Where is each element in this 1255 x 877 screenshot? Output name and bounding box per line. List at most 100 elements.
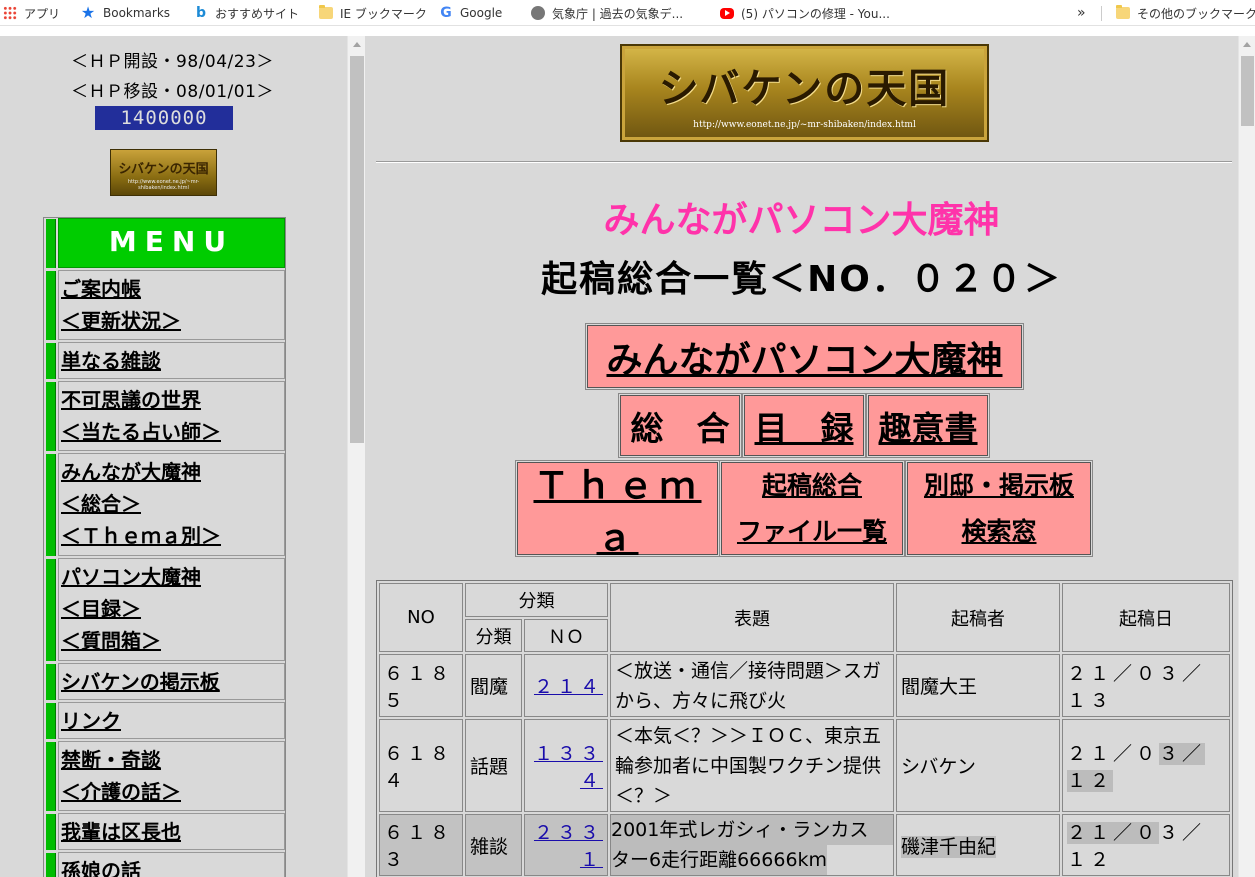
menu-item-kucho[interactable]: 我輩は区長也: [44, 813, 285, 852]
bookmark-label: 気象庁 | 過去の気象デ...: [552, 6, 684, 21]
site-logo-banner[interactable]: シバケンの天国 http://www.eonet.ne.jp/~mr-shiba…: [620, 44, 989, 142]
menu-link-granddaughter[interactable]: 孫娘の話: [61, 859, 141, 877]
menu-item-cell[interactable]: 我輩は区長也: [58, 813, 285, 850]
scrollbar-thumb[interactable]: [1241, 56, 1254, 126]
bookmark-bookmarks[interactable]: ★ Bookmarks: [80, 4, 170, 22]
menu-accent-bar: [46, 664, 56, 700]
post-no: ６１８４: [379, 719, 463, 812]
scroll-up-arrow-icon[interactable]: [353, 42, 361, 47]
post-date: ２１／０３／１３: [1062, 654, 1230, 717]
header-date: 起稿日: [1062, 583, 1230, 652]
left-menu-frame: ＜ＨＰ開設・98/04/23＞ ＜ＨＰ移設・08/01/01＞ 1400000 …: [0, 36, 347, 877]
menu-item-cell[interactable]: 単なる雑談: [58, 342, 285, 379]
menu-item-chat[interactable]: 単なる雑談: [44, 342, 285, 381]
post-category-no-link[interactable]: ２３３１: [534, 822, 603, 871]
nav-mokuroku-link[interactable]: 目 録: [755, 402, 854, 450]
post-title-line: ター6走行距離66666km: [611, 845, 828, 875]
menu-link-kaigo[interactable]: ＜介護の話＞: [61, 780, 181, 804]
menu-link-pc-daimajin[interactable]: パソコン大魔神: [61, 565, 201, 589]
menu-accent-bar: [46, 382, 56, 451]
bookmarks-overflow-button[interactable]: »: [1077, 4, 1086, 22]
main-content-frame: シバケンの天国 http://www.eonet.ne.jp/~mr-shiba…: [365, 36, 1238, 877]
right-frame-scrollbar[interactable]: [1238, 36, 1255, 877]
bookmark-other-folder[interactable]: その他のブックマーク: [1116, 4, 1255, 22]
bookmark-youtube[interactable]: (5) パソコンの修理 - You...: [720, 4, 890, 22]
menu-link-daimajin[interactable]: みんなが大魔神: [61, 460, 201, 484]
menu-item-cell[interactable]: 禁断・奇談 ＜介護の話＞: [58, 741, 285, 811]
horizontal-rule: [376, 161, 1232, 163]
post-category-no-link[interactable]: １３３４: [534, 743, 603, 792]
menu-link-bbs[interactable]: シバケンの掲示板: [61, 670, 220, 694]
bookmark-ie-folder[interactable]: IE ブックマーク: [319, 4, 427, 22]
menu-link-kindan[interactable]: 禁断・奇談: [61, 748, 161, 772]
menu-link-mystery[interactable]: 不可思議の世界: [61, 388, 201, 412]
site-logo-small[interactable]: シバケンの天国 http://www.eonet.ne.jp/~mr-shiba…: [110, 149, 217, 196]
nav-banner-link[interactable]: みんながパソコン大魔神: [606, 331, 1002, 383]
menu-item-cell[interactable]: 不可思議の世界 ＜当たる占い師＞: [58, 381, 285, 451]
bookmark-apps[interactable]: アプリ: [3, 4, 60, 22]
menu-item-cell[interactable]: シバケンの掲示板: [58, 663, 285, 700]
nav-thema-link[interactable]: Ｔｈｅｍａ: [518, 457, 717, 561]
menu-link-thema[interactable]: ＜Ｔｈｅｍａ別＞: [61, 524, 221, 548]
nav-search-link[interactable]: 検索窓: [961, 509, 1036, 555]
menu-item-cell[interactable]: パソコン大魔神 ＜目録＞ ＜質問箱＞: [58, 558, 285, 661]
header-category: 分類: [465, 583, 608, 617]
post-category-no[interactable]: ２３３１: [524, 814, 608, 876]
post-category-no[interactable]: １３３４: [524, 719, 608, 812]
nav-bettei-link[interactable]: 別邸・掲示板: [924, 463, 1074, 509]
header-category-sub: 分類: [465, 619, 522, 652]
hp-moved-date: ＜ＨＰ移設・08/01/01＞: [71, 82, 274, 102]
post-category-no-link[interactable]: ２１４: [534, 676, 603, 698]
nav-bettei-search[interactable]: 別邸・掲示板 検索窓: [905, 460, 1093, 557]
nav-shuisho[interactable]: 趣意書: [866, 393, 990, 458]
nav-kikou-files[interactable]: 起稿総合 ファイル一覧: [719, 460, 905, 557]
menu-item-cell[interactable]: みんなが大魔神 ＜総合＞ ＜Ｔｈｅｍａ別＞: [58, 453, 285, 556]
menu-link-kucho[interactable]: 我輩は区長也: [61, 820, 181, 844]
menu-item-links[interactable]: リンク: [44, 702, 285, 741]
bookmark-label: Bookmarks: [103, 6, 171, 20]
bookmark-osusume[interactable]: b おすすめサイト: [194, 4, 299, 22]
scrollbar-thumb[interactable]: [350, 56, 364, 443]
post-category: 話題: [465, 719, 522, 812]
nav-thema[interactable]: Ｔｈｅｍａ: [515, 460, 720, 559]
nav-kikou-link-1[interactable]: 起稿総合: [762, 463, 862, 509]
table-header-row: NO 分類 表題 起稿者 起稿日: [379, 583, 1230, 652]
menu-item-daimajin[interactable]: みんなが大魔神 ＜総合＞ ＜Ｔｈｅｍａ別＞: [44, 453, 285, 558]
bookmark-label: Google: [460, 6, 503, 20]
star-icon: ★: [80, 3, 96, 22]
nav-banner-daimajin[interactable]: みんながパソコン大魔神: [585, 323, 1024, 390]
menu-item-cell[interactable]: リンク: [58, 702, 285, 739]
menu-item-pc-daimajin[interactable]: パソコン大魔神 ＜目録＞ ＜質問箱＞: [44, 558, 285, 663]
google-icon: G: [440, 5, 452, 21]
nav-shuisho-link[interactable]: 趣意書: [879, 402, 978, 450]
menu-link-guide[interactable]: ご案内帳: [61, 277, 141, 301]
post-category: 雑談: [465, 814, 522, 876]
menu-item-mystery[interactable]: 不可思議の世界 ＜当たる占い師＞: [44, 381, 285, 453]
menu-link-updates[interactable]: ＜更新状況＞: [61, 309, 181, 333]
page-subtitle: 起稿総合一覧＜NO．０２０＞: [541, 259, 1062, 300]
menu-item-cell[interactable]: 孫娘の話: [58, 852, 285, 877]
bookmark-label: その他のブックマーク: [1137, 6, 1255, 21]
youtube-icon: [720, 7, 734, 19]
nav-mokuroku[interactable]: 目 録: [742, 393, 866, 458]
menu-link-links[interactable]: リンク: [61, 709, 121, 733]
nav-kikou-link-2[interactable]: ファイル一覧: [737, 509, 887, 555]
menu-item-guide[interactable]: ご案内帳 ＜更新状況＞: [44, 270, 285, 342]
menu-header: MENU: [58, 218, 285, 268]
bookmark-kishocho[interactable]: 気象庁 | 過去の気象デ...: [531, 4, 683, 22]
menu-item-kindan[interactable]: 禁断・奇談 ＜介護の話＞: [44, 741, 285, 813]
menu-item-bbs[interactable]: シバケンの掲示板: [44, 663, 285, 702]
menu-link-chat[interactable]: 単なる雑談: [61, 349, 161, 373]
menu-link-fortune[interactable]: ＜当たる占い師＞: [61, 420, 221, 444]
bookmark-label: IE ブックマーク: [340, 6, 427, 21]
menu-item-cell[interactable]: ご案内帳 ＜更新状況＞: [58, 270, 285, 340]
menu-link-questions[interactable]: ＜質問箱＞: [61, 629, 161, 653]
menu-link-sougou[interactable]: ＜総合＞: [61, 492, 141, 516]
menu-link-mokuroku[interactable]: ＜目録＞: [61, 597, 141, 621]
menu-item-granddaughter[interactable]: 孫娘の話: [44, 852, 285, 877]
left-frame-scrollbar[interactable]: [347, 36, 365, 877]
bookmark-google[interactable]: G Google: [439, 4, 502, 22]
post-category-no[interactable]: ２１４: [524, 654, 608, 717]
visitor-counter: 1400000: [95, 106, 233, 130]
scroll-up-arrow-icon[interactable]: [1243, 42, 1251, 47]
